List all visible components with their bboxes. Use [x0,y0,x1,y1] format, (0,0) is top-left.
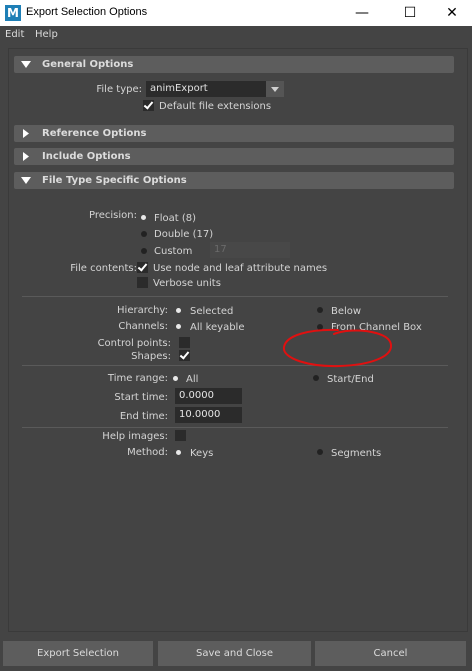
precision-double-radio[interactable] [141,231,147,237]
method-keys-radio[interactable] [176,450,181,455]
file-type-value: animExport [150,83,208,94]
time-range-all-radio[interactable] [173,376,178,381]
button-bar: Export Selection Save and Close Cancel [0,637,472,671]
collapsed-arrow-icon [23,152,29,161]
window-title: Export Selection Options [26,6,148,18]
channels-all-keyable-label: All keyable [190,322,245,333]
hierarchy-below-label: Below [331,306,362,317]
control-points-label: Control points: [97,338,171,349]
section-general-options[interactable]: General Options [14,56,454,73]
section-label: Reference Options [42,128,147,139]
section-label: General Options [42,59,134,70]
precision-custom-field[interactable]: 17 [210,242,290,258]
save-and-close-button[interactable]: Save and Close [158,641,311,666]
minimize-button[interactable]: — [340,0,384,26]
section-label: Include Options [42,151,131,162]
menu-bar: Edit Help [0,26,472,44]
hierarchy-below-radio[interactable] [317,307,323,313]
maya-logo-icon: M [5,5,21,21]
options-panel: General Options File type: animExport De… [0,44,472,636]
node-leaf-names-checkbox[interactable] [137,262,148,273]
start-time-field[interactable]: 0.0000 [175,388,242,404]
help-images-checkbox[interactable] [175,430,186,441]
cancel-button[interactable]: Cancel [315,641,466,666]
maximize-button[interactable]: ☐ [388,0,432,26]
hierarchy-selected-label: Selected [190,306,234,317]
precision-custom-value: 17 [214,244,227,255]
section-reference-options[interactable]: Reference Options [14,125,454,142]
precision-double-label: Double (17) [154,229,214,240]
precision-custom-label: Custom [154,246,193,257]
end-time-field[interactable]: 10.0000 [175,407,242,423]
method-segments-radio[interactable] [317,449,323,455]
verbose-units-checkbox[interactable] [137,277,148,288]
export-selection-button[interactable]: Export Selection [3,641,153,666]
end-time-value: 10.0000 [179,409,221,420]
precision-custom-radio[interactable] [141,248,147,254]
precision-float-label: Float (8) [154,213,197,224]
menu-help[interactable]: Help [35,29,58,40]
method-keys-label: Keys [190,448,214,459]
end-time-label: End time: [119,411,168,422]
precision-float-radio[interactable] [141,215,146,220]
help-images-label: Help images: [102,431,168,442]
default-extensions-checkbox[interactable] [143,100,154,111]
separator [22,427,448,428]
time-range-label: Time range: [107,373,168,384]
start-time-value: 0.0000 [179,390,214,401]
shapes-checkbox[interactable] [179,350,190,361]
collapsed-arrow-icon [23,129,29,138]
start-time-label: Start time: [114,392,168,403]
annotation-circle-icon [282,328,392,368]
close-button[interactable]: ✕ [430,0,472,26]
chevron-down-icon [266,81,284,97]
time-range-all-label: All [186,374,199,385]
hierarchy-label: Hierarchy: [117,305,168,316]
default-extensions-label: Default file extensions [159,101,272,112]
control-points-checkbox[interactable] [179,337,190,348]
time-range-start-end-radio[interactable] [313,375,319,381]
verbose-units-label: Verbose units [153,278,221,289]
method-segments-label: Segments [331,448,382,459]
hierarchy-selected-radio[interactable] [176,308,181,313]
node-leaf-names-label: Use node and leaf attribute names [153,263,328,274]
section-include-options[interactable]: Include Options [14,148,454,165]
title-bar: M Export Selection Options — ☐ ✕ [0,0,472,26]
time-range-start-end-label: Start/End [327,374,374,385]
file-type-label: File type: [96,84,142,95]
file-type-dropdown[interactable]: animExport [146,81,284,97]
menu-edit[interactable]: Edit [5,29,24,40]
separator [22,296,448,297]
section-file-type-specific-options[interactable]: File Type Specific Options [14,172,454,189]
shapes-label: Shapes: [131,351,171,362]
precision-label: Precision: [89,210,137,221]
method-label: Method: [127,447,168,458]
expanded-arrow-icon [21,177,31,184]
file-contents-label: File contents: [70,263,137,274]
channels-label: Channels: [118,321,168,332]
section-label: File Type Specific Options [42,175,187,186]
channels-all-keyable-radio[interactable] [176,324,181,329]
expanded-arrow-icon [21,61,31,68]
